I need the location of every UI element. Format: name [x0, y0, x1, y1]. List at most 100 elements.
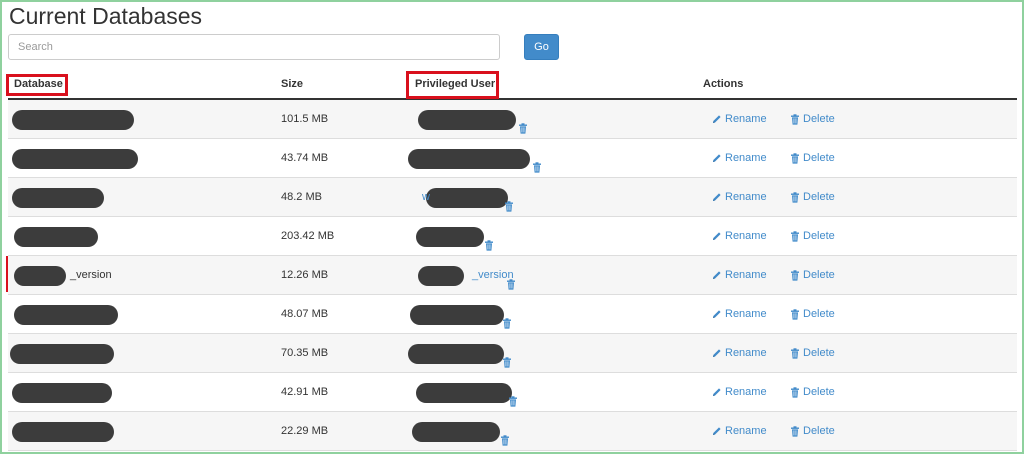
pencil-icon: [713, 427, 721, 435]
database-name-cell: [10, 295, 210, 333]
privileged-user-cell: [408, 295, 648, 333]
size-cell: 48.2 MB: [281, 191, 322, 203]
actions-cell: Rename Delete: [712, 373, 912, 411]
delete-button[interactable]: Delete: [790, 217, 835, 255]
pencil-icon: [713, 193, 721, 201]
delete-button[interactable]: Delete: [790, 139, 835, 177]
trash-icon: [509, 396, 517, 407]
database-name: _version: [70, 269, 112, 281]
redaction-mark: [416, 383, 512, 403]
rename-button[interactable]: Rename: [712, 256, 767, 294]
actions-cell: Rename Delete: [712, 412, 912, 450]
privileged-user-cell: [408, 334, 648, 372]
rename-button[interactable]: Rename: [712, 178, 767, 216]
delete-button[interactable]: Delete: [790, 256, 835, 294]
size-cell: 42.91 MB: [281, 386, 329, 398]
redaction-mark: [14, 266, 66, 286]
rename-label: Rename: [725, 386, 767, 398]
header-actions: Actions: [703, 78, 744, 90]
pencil-icon: [713, 349, 721, 357]
database-name-cell: [10, 217, 210, 255]
rename-button[interactable]: Rename: [712, 373, 767, 411]
database-table: 101.5 MB Rename Delete 43.74 MB Rename D…: [8, 100, 1017, 451]
delete-button[interactable]: Delete: [790, 373, 835, 411]
header-size[interactable]: Size: [281, 78, 303, 90]
privileged-user-link[interactable]: w: [422, 178, 430, 216]
delete-button[interactable]: Delete: [790, 100, 835, 138]
search-input[interactable]: [8, 34, 500, 60]
rename-label: Rename: [725, 191, 767, 203]
pencil-icon: [713, 232, 721, 240]
redaction-mark: [410, 305, 504, 325]
rename-button[interactable]: Rename: [712, 334, 767, 372]
rename-label: Rename: [725, 425, 767, 437]
go-button[interactable]: Go: [524, 34, 559, 60]
rename-button[interactable]: Rename: [712, 139, 767, 177]
delete-label: Delete: [803, 425, 835, 437]
pencil-icon: [713, 388, 721, 396]
rename-label: Rename: [725, 347, 767, 359]
database-name-cell: [10, 139, 210, 177]
revoke-user-button[interactable]: [500, 424, 510, 462]
trash-icon: [791, 425, 799, 437]
rename-label: Rename: [725, 152, 767, 164]
redaction-mark: [426, 188, 508, 208]
table-row: 70.35 MB Rename Delete: [8, 334, 1017, 373]
database-name-cell: [10, 334, 210, 372]
redaction-mark: [12, 110, 134, 130]
actions-cell: Rename Delete: [712, 295, 912, 333]
table-header: Database Size Privileged User Actions: [8, 72, 1017, 100]
redaction-mark: [12, 422, 114, 442]
trash-icon: [501, 435, 509, 446]
redaction-mark: [408, 149, 530, 169]
rename-button[interactable]: Rename: [712, 295, 767, 333]
privileged-user-cell: [408, 373, 648, 411]
table-row: 22.29 MB Rename Delete: [8, 412, 1017, 451]
redaction-mark: [412, 422, 500, 442]
database-name-cell: [10, 373, 210, 411]
rename-button[interactable]: Rename: [712, 412, 767, 450]
actions-cell: Rename Delete: [712, 100, 912, 138]
trash-icon: [503, 357, 511, 368]
trash-icon: [791, 191, 799, 203]
trash-icon: [791, 347, 799, 359]
redaction-mark: [408, 344, 504, 364]
privileged-user-cell: [408, 139, 648, 177]
delete-label: Delete: [803, 191, 835, 203]
redaction-mark: [14, 305, 118, 325]
delete-button[interactable]: Delete: [790, 178, 835, 216]
delete-label: Delete: [803, 386, 835, 398]
database-name-cell: [10, 100, 210, 138]
redaction-mark: [418, 266, 464, 286]
redaction-mark: [12, 383, 112, 403]
size-cell: 203.42 MB: [281, 230, 335, 242]
redaction-mark: [14, 227, 98, 247]
delete-label: Delete: [803, 152, 835, 164]
privileged-user-cell: [408, 217, 648, 255]
delete-label: Delete: [803, 230, 835, 242]
rename-label: Rename: [725, 308, 767, 320]
delete-button[interactable]: Delete: [790, 295, 835, 333]
pencil-icon: [713, 271, 721, 279]
rename-button[interactable]: Rename: [712, 100, 767, 138]
trash-icon: [791, 152, 799, 164]
delete-label: Delete: [803, 269, 835, 281]
trash-icon: [791, 230, 799, 242]
delete-button[interactable]: Delete: [790, 412, 835, 450]
redaction-mark: [416, 227, 484, 247]
actions-cell: Rename Delete: [712, 178, 912, 216]
database-name-cell: [10, 412, 210, 450]
table-row: 48.07 MB Rename Delete: [8, 295, 1017, 334]
table-row: _version 12.26 MB _version Rename Delete: [8, 256, 1017, 295]
trash-icon: [791, 269, 799, 281]
privileged-user-cell: [408, 412, 648, 450]
trash-icon: [505, 201, 513, 212]
delete-button[interactable]: Delete: [790, 334, 835, 372]
highlight-database-header: [6, 74, 68, 96]
rename-button[interactable]: Rename: [712, 217, 767, 255]
database-name-cell: [10, 178, 210, 216]
privileged-user-cell: [408, 100, 648, 138]
actions-cell: Rename Delete: [712, 217, 912, 255]
actions-cell: Rename Delete: [712, 256, 912, 294]
size-cell: 48.07 MB: [281, 308, 329, 320]
